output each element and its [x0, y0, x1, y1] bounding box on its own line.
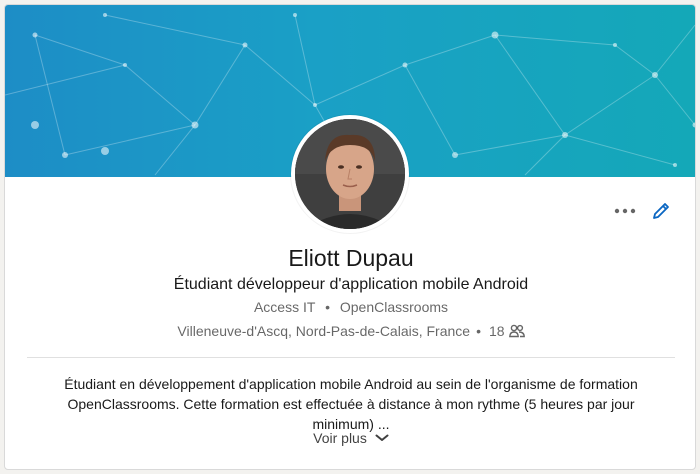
profile-card: Eliott Dupau Étudiant développeur d'appl… [4, 4, 696, 470]
summary-line-1: Étudiant en développement d'application … [64, 376, 638, 392]
pencil-icon [653, 203, 669, 219]
section-divider [27, 357, 675, 358]
connections-link[interactable]: 18 [489, 323, 525, 339]
see-more-label: Voir plus [313, 430, 367, 446]
profile-location-row: Villeneuve-d'Ascq, Nord-Pas-de-Calais, F… [5, 323, 695, 339]
profile-summary: Étudiant en développement d'application … [45, 374, 657, 434]
more-icon [614, 208, 636, 214]
company-access-it[interactable]: Access IT [254, 299, 315, 315]
avatar-portrait [295, 119, 405, 229]
edit-profile-button[interactable] [647, 197, 675, 225]
profile-photo[interactable] [291, 115, 409, 233]
see-more-row: Voir plus [5, 430, 695, 446]
profile-headline: Étudiant développeur d'application mobil… [173, 276, 529, 293]
profile-companies: Access IT • OpenClassrooms [5, 299, 695, 315]
people-icon [508, 324, 525, 338]
see-more-button[interactable]: Voir plus [313, 430, 389, 446]
avatar [295, 119, 405, 229]
chevron-down-icon [375, 434, 389, 441]
more-actions-button[interactable] [611, 197, 639, 225]
separator-dot: • [476, 323, 481, 339]
connections-count: 18 [488, 323, 505, 339]
company-openclassrooms[interactable]: OpenClassrooms [340, 299, 448, 315]
profile-name: Eliott Dupau [288, 245, 414, 271]
separator-dot: • [325, 299, 330, 315]
summary-line-2: OpenClassrooms. Cette formation est effe… [67, 396, 635, 432]
profile-location: Villeneuve-d'Ascq, Nord-Pas-de-Calais, F… [177, 323, 471, 339]
